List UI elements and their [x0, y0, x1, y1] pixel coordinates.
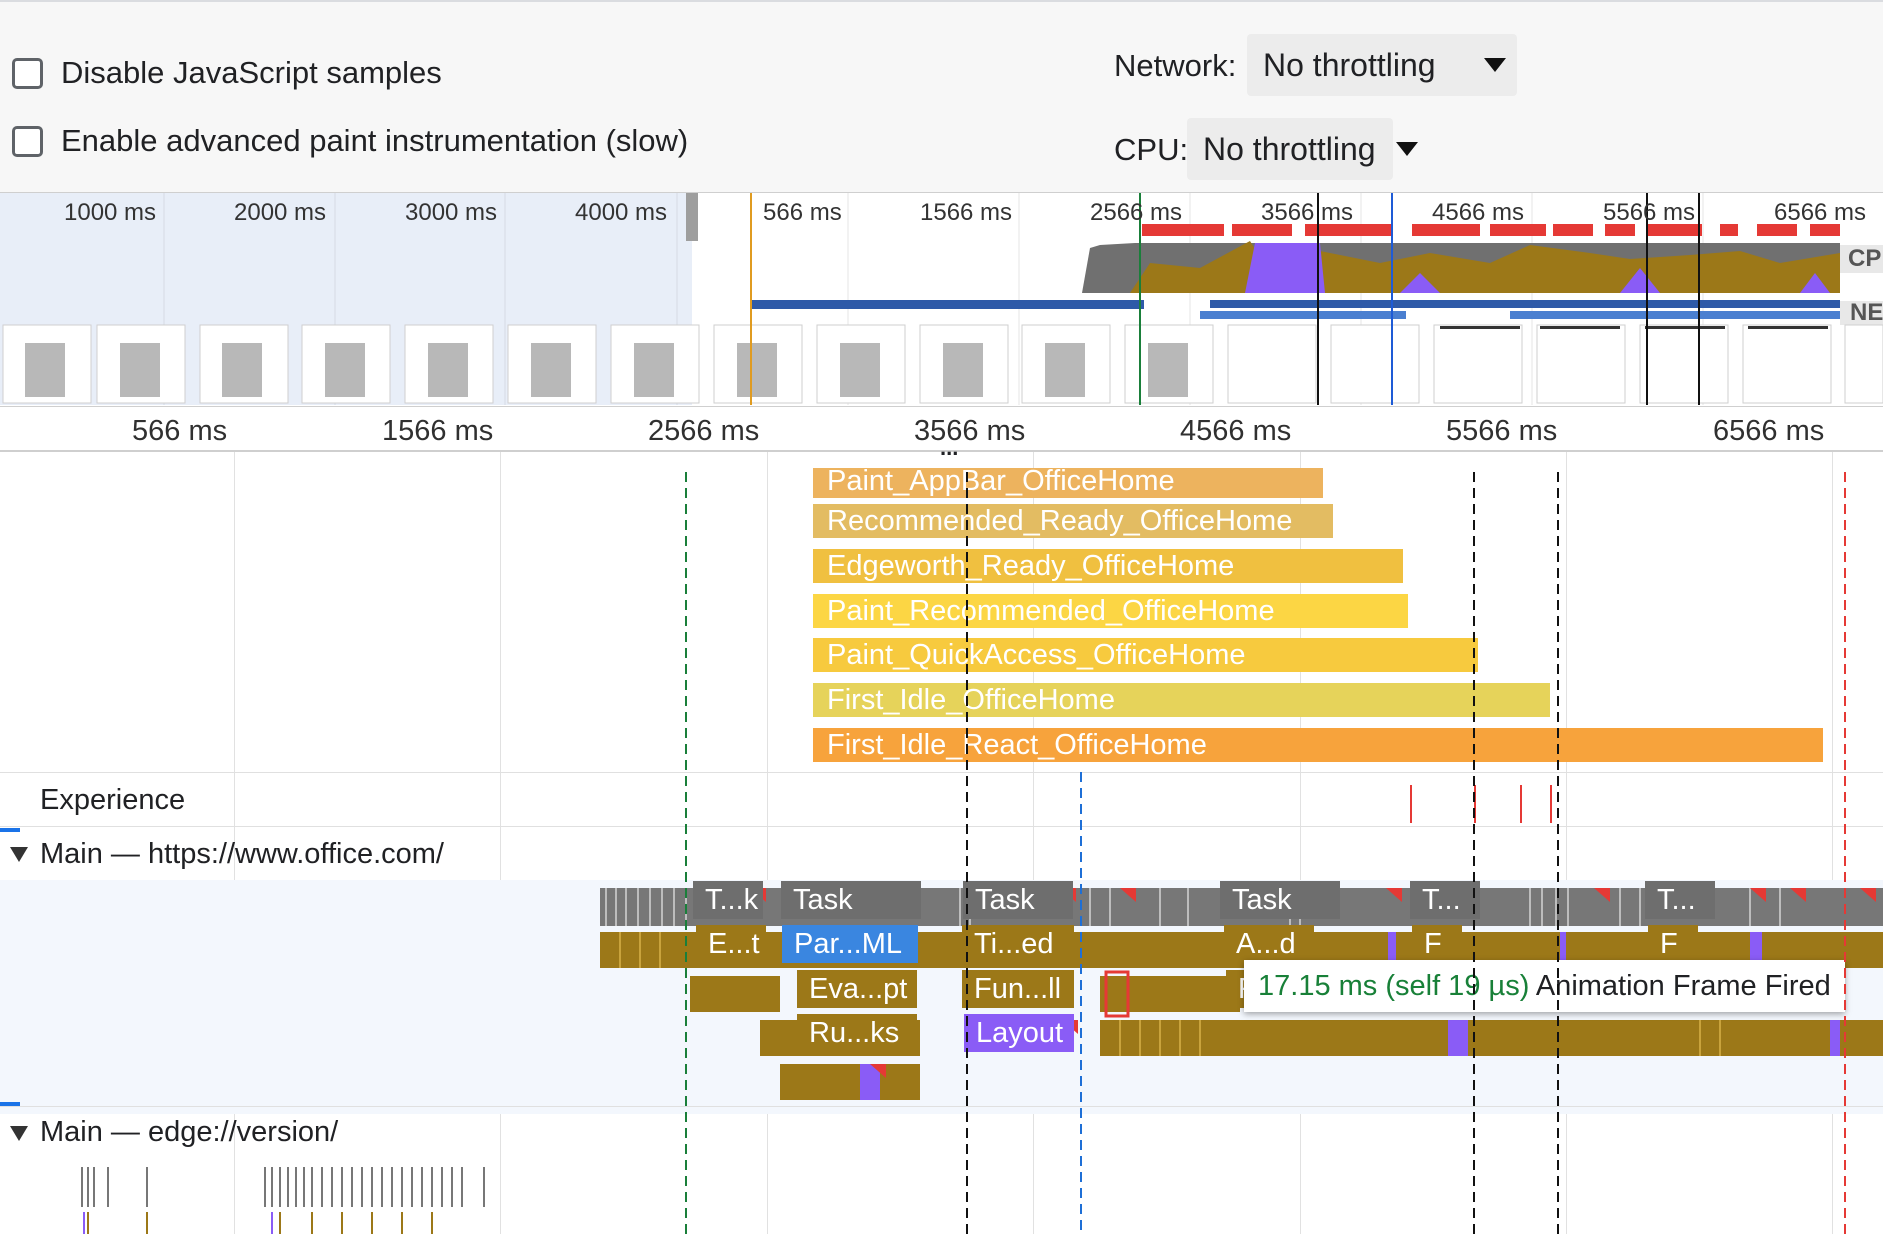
ruler-tick: 5566 ms — [1446, 415, 1558, 447]
ruler-tick: 6566 ms — [1713, 415, 1825, 447]
advanced-paint-label: Enable advanced paint instrumentation (s… — [61, 123, 689, 158]
cpu-track-label: CP — [1848, 245, 1882, 272]
capture-settings-panel: Disable JavaScript samples Enable advanc… — [0, 0, 1883, 192]
cpu-throttling-value: No throttling — [1203, 130, 1376, 167]
overview-tick: 2566 ms — [1090, 199, 1183, 226]
network-throttling-select[interactable]: No throttling — [1247, 34, 1517, 96]
chevron-down-icon — [1396, 142, 1418, 156]
ruler-tick: 4566 ms — [1180, 415, 1292, 447]
network-track-label: NE — [1850, 299, 1883, 326]
overview-tick: 3566 ms — [1261, 199, 1354, 226]
overview-tick: 6566 ms — [1774, 199, 1867, 226]
ruler-tick: 566 ms — [132, 415, 228, 447]
network-label: Network: — [1114, 48, 1237, 83]
disable-js-samples-label: Disable JavaScript samples — [61, 55, 442, 90]
overview-tick: 4000 ms — [575, 199, 668, 226]
marker-lines — [685, 472, 1846, 1234]
time-ruler[interactable]: 566 ms 1566 ms 2566 ms 3566 ms 4566 ms 5… — [0, 406, 1883, 459]
cpu-label: CPU: — [1114, 132, 1189, 167]
overview-tick: 2000 ms — [234, 199, 327, 226]
overview-tick: 3000 ms — [405, 199, 498, 226]
disable-js-samples-option[interactable]: Disable JavaScript samples — [12, 55, 442, 91]
disable-js-samples-checkbox[interactable] — [12, 57, 43, 89]
ruler-tick: 2566 ms — [648, 415, 760, 447]
overview-tick: 4566 ms — [1432, 199, 1525, 226]
ruler-tick: 3566 ms — [914, 415, 1026, 447]
advanced-paint-option[interactable]: Enable advanced paint instrumentation (s… — [12, 123, 688, 159]
flame-chart[interactable]: Paint_AppBar_OfficeHome Recommended_Read… — [0, 452, 1883, 1234]
cpu-throttling-select[interactable]: No throttling — [1187, 118, 1418, 180]
overview-tick: 1000 ms — [64, 199, 157, 226]
overview-tick: 1566 ms — [920, 199, 1013, 226]
ruler-tick: 1566 ms — [382, 415, 494, 447]
advanced-paint-checkbox[interactable] — [12, 125, 43, 157]
chevron-down-icon — [1484, 58, 1506, 72]
overview-tick: 5566 ms — [1603, 199, 1696, 226]
timeline-overview[interactable]: 1000 ms 2000 ms 3000 ms 4000 ms 566 ms 1… — [0, 192, 1883, 405]
network-throttling-value: No throttling — [1263, 46, 1436, 83]
overview-tick: 566 ms — [763, 199, 842, 226]
